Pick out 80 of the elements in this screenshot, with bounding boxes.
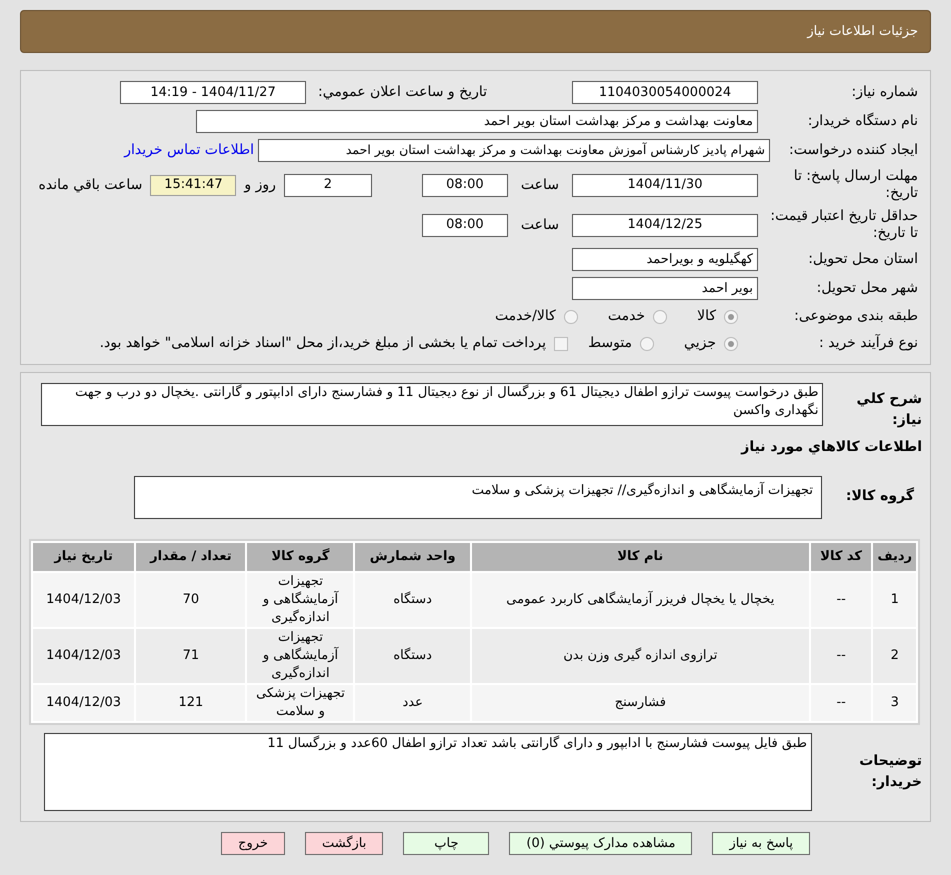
table-cell-text: -- bbox=[835, 591, 847, 609]
text-field[interactable]: 08:00 bbox=[422, 214, 508, 236]
field-label: گروه کالا: bbox=[844, 486, 915, 506]
column-header: ردیف bbox=[873, 543, 916, 571]
table-cell-text: 3 bbox=[890, 694, 900, 712]
field-label: پرداخت تمام یا بخشی از مبلغ خرید،از محل "اسناد خزانه اسلامی" خواهد بود. bbox=[100, 334, 546, 353]
column-header: کد کالا bbox=[810, 543, 872, 571]
table-cell-text: ترازوی اندازه گیری وزن بدن bbox=[562, 646, 718, 665]
action-button[interactable]: بازگشت bbox=[304, 832, 384, 855]
field-label: مهلت ارسال پاسخ: تا تاریخ: bbox=[792, 168, 918, 202]
action-button[interactable]: پاسخ به نیاز bbox=[712, 832, 810, 855]
table-cell-text: 1404/12/03 bbox=[45, 591, 122, 609]
action-button[interactable]: مشاهده مدارک پیوستي (0) bbox=[509, 832, 692, 855]
field-label: طبقه بندی موضوعی: bbox=[793, 307, 918, 326]
column-header: تعداد / مقدار bbox=[136, 543, 246, 571]
group-textarea[interactable]: تجهیزات آزمایشگاهی و اندازه‌گیری// تجهیزات پزشکی و سلامت bbox=[134, 476, 822, 519]
field-label: خدمت bbox=[608, 307, 646, 326]
field-label: تاریخ و ساعت اعلان عمومي: bbox=[318, 83, 487, 102]
text-field[interactable]: 1404/11/27 - 14:19 bbox=[120, 81, 306, 104]
column-header: واحد شمارش bbox=[355, 543, 470, 571]
table-cell-text: تجهیزات پزشکی و سلامت bbox=[255, 685, 346, 721]
field-label: جزیي bbox=[684, 334, 716, 353]
table-cell-text: 121 bbox=[177, 694, 204, 712]
table-cell-text: -- bbox=[835, 647, 847, 665]
field-label: کالا bbox=[697, 307, 716, 326]
text-field[interactable]: کهگیلویه و بویراحمد bbox=[572, 248, 758, 271]
text-field[interactable]: 1104030054000024 bbox=[572, 81, 758, 104]
page-title: جزئیات اطلاعات نیاز bbox=[807, 22, 918, 41]
table-cell-text: فشارسنج bbox=[614, 694, 667, 712]
text-field[interactable]: 08:00 bbox=[422, 174, 508, 196]
field-label: نام دستگاه خريدار: bbox=[806, 112, 918, 131]
field-label: نوع فرآیند خرید : bbox=[818, 333, 918, 353]
table-cell-text: تجهیزات آزمایشگاهی و اندازه‌گیری bbox=[261, 573, 340, 627]
table-cell-text: عدد bbox=[401, 694, 424, 712]
field-label: توضیحات خریدار: bbox=[858, 752, 922, 792]
text-field[interactable]: 2 bbox=[284, 174, 372, 196]
action-button[interactable]: چاپ bbox=[403, 832, 490, 855]
field-label: شرح کلي نیاز: bbox=[856, 390, 922, 430]
table-cell-text: 71 bbox=[182, 647, 200, 665]
table-cell-text: -- bbox=[835, 694, 847, 712]
action-button[interactable]: خروج bbox=[221, 832, 285, 855]
contact-link[interactable]: اطلاعات تماس خريدار bbox=[124, 140, 254, 161]
table-cell-text: تجهیزات آزمایشگاهی و اندازه‌گیری bbox=[261, 629, 340, 683]
field-label: استان محل تحویل: bbox=[807, 250, 918, 269]
description-textarea[interactable]: طبق درخواست پیوست ترازو اطفال دیجیتال 61 و بزرگسال از نوع دیجیتال 11 و فشارسنج دارای ادابپتور و گارانتی .یخچال دو درب و جهت نگهداری واکسن bbox=[41, 383, 824, 426]
table-cell-text: 2 bbox=[890, 647, 900, 665]
table-cell-text: 1 bbox=[890, 591, 900, 609]
radio-button[interactable] bbox=[564, 310, 578, 324]
field-label: شماره نیاز: bbox=[850, 83, 918, 102]
field-label: روز و bbox=[244, 176, 276, 194]
column-header: تاریخ نیاز bbox=[33, 543, 134, 571]
text-field[interactable]: شهرام پادیز کارشناس آموزش معاونت بهداشت و مرکز بهداشت استان بویر احمد bbox=[258, 139, 770, 162]
radio-button[interactable] bbox=[724, 336, 738, 350]
text-field[interactable]: 1404/11/30 bbox=[572, 174, 758, 196]
field-label: ایجاد کننده درخواست: bbox=[788, 141, 918, 160]
field-label: شهر محل تحویل: bbox=[816, 279, 918, 298]
table-cell-text: یخچال یا یخچال فریزر آزمایشگاهی کاربرد عمومی bbox=[505, 590, 776, 609]
remaining-time: 15:41:47 bbox=[150, 174, 236, 196]
table-cell-text: دستگاه bbox=[392, 646, 433, 665]
notes-textarea[interactable]: طبق فایل پیوست فشارسنج با ادابپور و دارای گارانتی باشد تعداد ترازو اطفال 60عدد و بزرگسال 11 bbox=[44, 733, 812, 811]
text-field[interactable]: 1404/12/25 bbox=[572, 214, 758, 236]
radio-button[interactable] bbox=[640, 336, 654, 350]
text-field[interactable]: بویر احمد bbox=[572, 277, 758, 300]
table-cell-text: 1404/12/03 bbox=[45, 694, 122, 712]
field-label: ساعت bbox=[520, 176, 559, 194]
field-label: کالا/خدمت bbox=[494, 307, 556, 326]
field-label: متوسط bbox=[588, 334, 632, 353]
field-label: ساعت باقي مانده bbox=[38, 176, 142, 194]
table-cell-text: دستگاه bbox=[392, 590, 433, 609]
radio-button[interactable] bbox=[724, 310, 738, 324]
field-label: حداقل تاریخ اعتبار قیمت: تا تاریخ: bbox=[769, 208, 918, 242]
checkbox[interactable] bbox=[554, 336, 568, 350]
radio-button[interactable] bbox=[653, 310, 668, 324]
table-cell-text: 70 bbox=[182, 591, 200, 609]
column-header: نام کالا bbox=[472, 543, 809, 571]
section-title: اطلاعات کالاهاي مورد نیاز bbox=[740, 438, 922, 457]
field-label: ساعت bbox=[520, 216, 559, 234]
column-header: گروه کالا bbox=[247, 543, 354, 571]
table-cell-text: 1404/12/03 bbox=[45, 647, 122, 665]
text-field[interactable]: معاونت بهداشت و مرکز بهداشت استان بویر احمد bbox=[196, 110, 758, 133]
